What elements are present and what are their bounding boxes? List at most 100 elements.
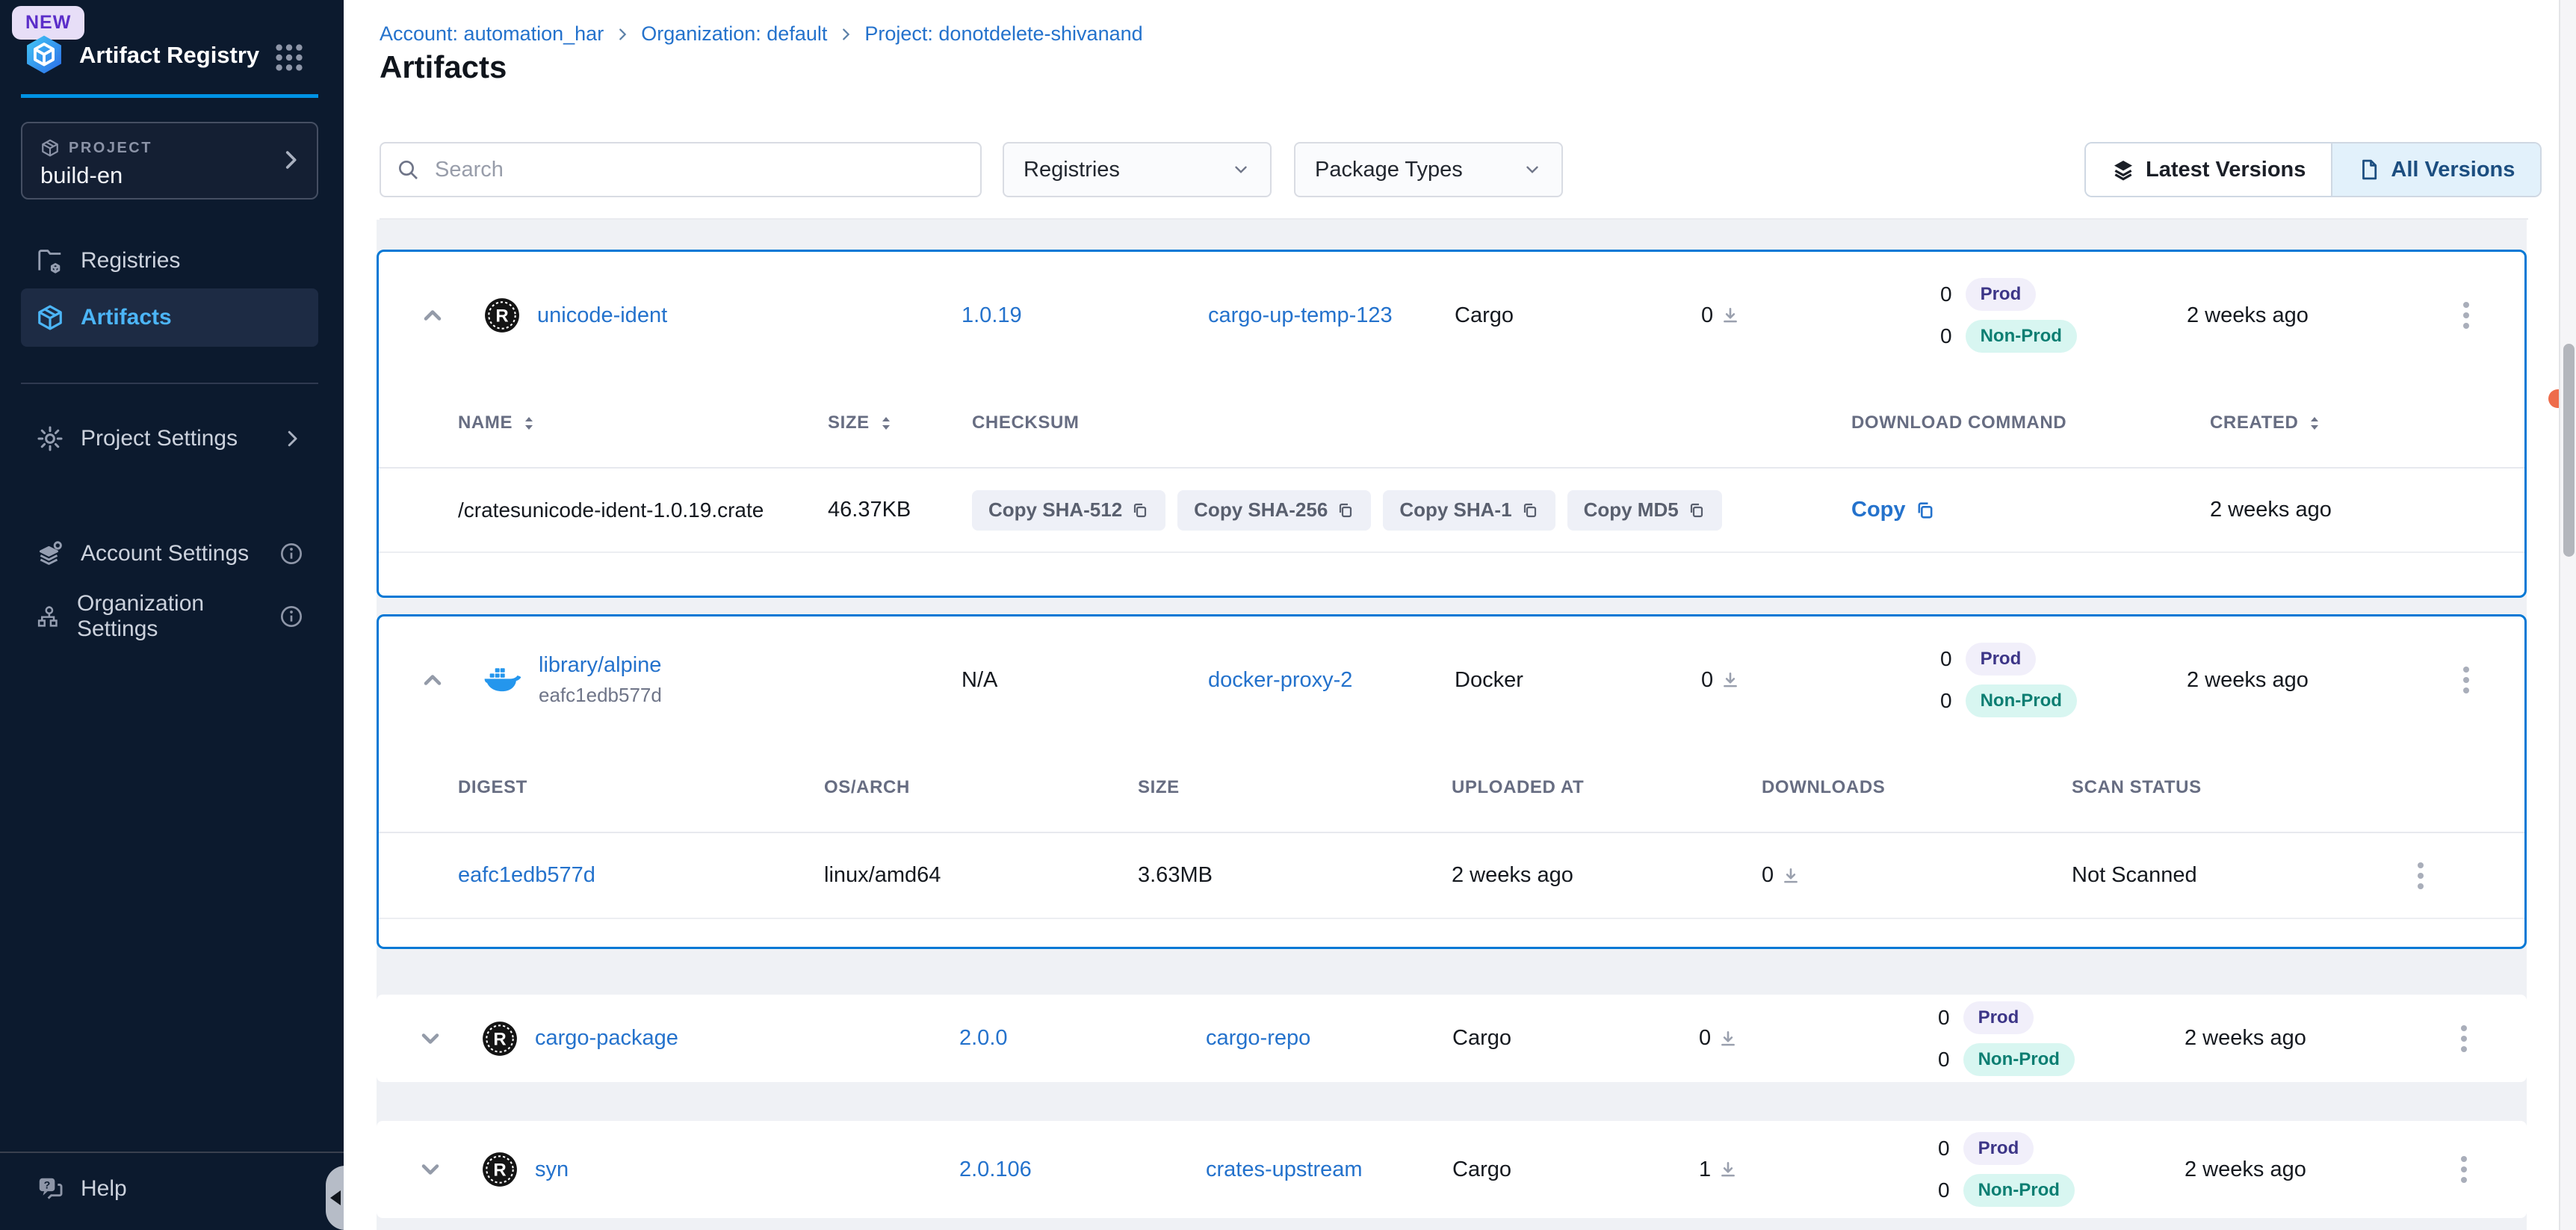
- artifact-row-syn[interactable]: R syn 2.0.106 crates-upstream Cargo 1 0 …: [377, 1121, 2527, 1218]
- download-icon: [1718, 1029, 1738, 1048]
- breadcrumb-separator-icon: [837, 26, 854, 43]
- svg-text:R: R: [495, 306, 508, 326]
- digest-link[interactable]: eafc1edb577d: [458, 863, 824, 888]
- account-settings-icon: [36, 540, 64, 568]
- app-grid-icon[interactable]: [272, 40, 306, 75]
- artifact-created: 2 weeks ago: [2185, 1158, 2446, 1182]
- versions-toggle-group: Latest Versions All Versions: [2084, 142, 2542, 197]
- column-header-size: SIZE: [1138, 777, 1452, 798]
- package-types-filter-dropdown[interactable]: Package Types: [1294, 142, 1563, 197]
- sidebar-item-help[interactable]: ? Help: [21, 1160, 318, 1218]
- breadcrumb: Account: automation_har Organization: de…: [380, 22, 1143, 46]
- copy-icon: [1337, 501, 1354, 519]
- sidebar-collapse-handle[interactable]: [326, 1166, 345, 1230]
- breadcrumb-organization-link[interactable]: Organization: default: [641, 22, 827, 46]
- artifact-row[interactable]: R unicode-ident 1.0.19 cargo-up-temp-123…: [379, 252, 2524, 379]
- artifact-registry-logo-icon: [22, 33, 66, 76]
- artifact-version-link[interactable]: 1.0.19: [962, 303, 1208, 328]
- breadcrumb-account-link[interactable]: Account: automation_har: [380, 22, 604, 46]
- artifact-row-cargo-package[interactable]: R cargo-package 2.0.0 cargo-repo Cargo 0…: [377, 995, 2527, 1082]
- prod-badge: Prod: [1963, 1132, 2034, 1165]
- digest-uploaded-at: 2 weeks ago: [1452, 863, 1762, 888]
- artifact-registry-link[interactable]: crates-upstream: [1206, 1158, 1452, 1182]
- chevron-right-icon: [281, 427, 303, 450]
- sidebar-item-label: Project Settings: [81, 426, 238, 451]
- digest-downloads-count: 0: [1762, 863, 1774, 888]
- artifact-name-link[interactable]: cargo-package: [535, 1026, 678, 1051]
- sidebar-item-project-settings[interactable]: Project Settings: [21, 410, 318, 468]
- kebab-menu-button[interactable]: [2448, 302, 2484, 329]
- collapse-toggle[interactable]: [409, 667, 483, 693]
- copy-download-command-button[interactable]: Copy: [1851, 498, 2210, 522]
- search-input[interactable]: [420, 143, 980, 196]
- info-icon[interactable]: [279, 542, 303, 566]
- chevron-down-icon: [1523, 160, 1542, 179]
- copy-sha256-button[interactable]: Copy SHA-256: [1177, 490, 1371, 531]
- artifact-name-link[interactable]: library/alpine: [539, 653, 662, 678]
- cargo-package-icon: R: [481, 1020, 518, 1057]
- artifact-downloads-count: 1: [1699, 1158, 1711, 1182]
- collapse-toggle[interactable]: [409, 302, 483, 329]
- copy-sha512-button[interactable]: Copy SHA-512: [972, 490, 1165, 531]
- sidebar-item-label: Account Settings: [81, 541, 249, 566]
- sidebar-item-artifacts[interactable]: Artifacts: [21, 288, 318, 347]
- copy-icon: [1521, 501, 1539, 519]
- all-versions-button[interactable]: All Versions: [2331, 143, 2540, 196]
- latest-versions-button[interactable]: Latest Versions: [2086, 143, 2331, 196]
- sidebar-item-organization-settings[interactable]: Organization Settings: [21, 587, 318, 646]
- expand-toggle[interactable]: [406, 1156, 481, 1183]
- column-header-name[interactable]: NAME: [458, 412, 828, 433]
- kebab-menu-button[interactable]: [2446, 1156, 2482, 1183]
- help-icon: ?: [36, 1175, 64, 1203]
- artifact-registry-link[interactable]: cargo-repo: [1206, 1026, 1452, 1051]
- artifact-version-link[interactable]: 2.0.106: [959, 1158, 1206, 1182]
- package-types-filter-label: Package Types: [1315, 158, 1463, 182]
- sidebar-item-account-settings[interactable]: Account Settings: [21, 525, 318, 583]
- project-selector[interactable]: PROJECT build-en: [21, 122, 318, 200]
- sidebar-accent-bar: [21, 94, 318, 98]
- artifact-created: 2 weeks ago: [2185, 1026, 2446, 1051]
- breadcrumb-project-link[interactable]: Project: donotdelete-shivanand: [864, 22, 1142, 46]
- project-selector-value: build-en: [40, 162, 123, 189]
- prod-count: 0: [1940, 647, 1952, 671]
- column-header-created[interactable]: CREATED: [2210, 412, 2495, 433]
- artifact-created: 2 weeks ago: [2187, 668, 2448, 693]
- artifact-registry-app: NEW Artifact Registry PROJECT build-en: [0, 0, 2576, 1230]
- column-header-scan-status: SCAN STATUS: [2072, 777, 2403, 798]
- kebab-menu-button[interactable]: [2446, 1025, 2482, 1052]
- artifact-package-type: Cargo: [1452, 1158, 1699, 1182]
- sort-icon: [879, 415, 894, 431]
- sort-icon: [521, 415, 536, 431]
- column-header-uploaded-at: UPLOADED AT: [1452, 777, 1762, 798]
- nonprod-count: 0: [1938, 1048, 1950, 1072]
- column-header-checksum: CHECKSUM: [972, 412, 1851, 433]
- artifact-downloads-count: 0: [1701, 668, 1713, 693]
- app-title: Artifact Registry: [79, 42, 259, 69]
- artifact-name-link[interactable]: unicode-ident: [537, 303, 667, 328]
- column-header-size[interactable]: SIZE: [828, 412, 972, 433]
- scrollbar-thumb[interactable]: [2563, 344, 2575, 557]
- copy-md5-button[interactable]: Copy MD5: [1567, 490, 1722, 531]
- artifact-registry-link[interactable]: cargo-up-temp-123: [1208, 303, 1455, 328]
- sort-icon: [2307, 415, 2322, 431]
- artifact-registry-link[interactable]: docker-proxy-2: [1208, 668, 1455, 693]
- info-icon[interactable]: [279, 605, 303, 628]
- kebab-menu-button[interactable]: [2403, 862, 2439, 889]
- copy-sha1-button[interactable]: Copy SHA-1: [1383, 490, 1555, 531]
- kebab-menu-button[interactable]: [2448, 667, 2484, 693]
- expand-toggle[interactable]: [406, 1025, 481, 1052]
- nonprod-badge: Non-Prod: [1963, 1043, 2075, 1076]
- registries-filter-dropdown[interactable]: Registries: [1003, 142, 1272, 197]
- nonprod-count: 0: [1938, 1178, 1950, 1202]
- sidebar-item-registries[interactable]: Registries: [21, 232, 318, 290]
- artifact-package-type: Cargo: [1452, 1026, 1699, 1051]
- artifact-name-link[interactable]: syn: [535, 1158, 569, 1182]
- artifact-downloads-count: 0: [1701, 303, 1713, 328]
- organization-settings-icon: [36, 602, 61, 631]
- artifact-version-link[interactable]: 2.0.0: [959, 1026, 1206, 1051]
- artifact-row[interactable]: library/alpine eafc1edb577d N/A docker-p…: [379, 616, 2524, 744]
- latest-versions-label: Latest Versions: [2146, 158, 2306, 182]
- column-header-download-command: DOWNLOAD COMMAND: [1851, 412, 2210, 433]
- download-icon: [1718, 1160, 1738, 1179]
- scrollbar-track[interactable]: [2559, 0, 2576, 1230]
